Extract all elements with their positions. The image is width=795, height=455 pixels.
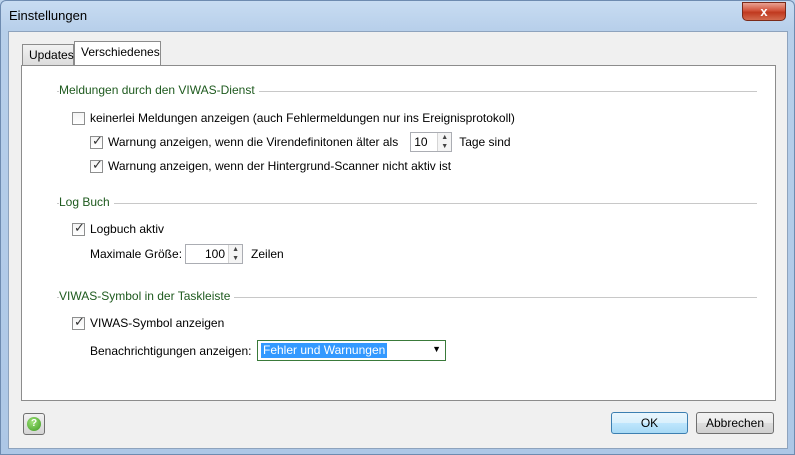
spin-up-icon[interactable]: ▲ (438, 133, 452, 142)
notifications-select[interactable]: Fehler und Warnungen ▼ (257, 340, 446, 361)
ok-button[interactable]: OK (611, 412, 688, 434)
warn-defs-row: Warnung anzeigen, wenn die Virendefinito… (90, 132, 511, 152)
group-divider (57, 203, 757, 204)
spin-down-icon[interactable]: ▼ (438, 142, 452, 151)
no-messages-checkbox[interactable] (72, 111, 85, 125)
warn-scanner-row[interactable]: Warnung anzeigen, wenn der Hintergrund-S… (90, 158, 452, 173)
no-messages-checkbox-row[interactable]: keinerlei Meldungen anzeigen (auch Fehle… (72, 111, 515, 125)
tab-label: Updates (29, 48, 74, 62)
show-icon-label: VIWAS-Symbol anzeigen (90, 316, 225, 330)
show-icon-row[interactable]: VIWAS-Symbol anzeigen (72, 315, 225, 330)
max-size-suffix: Zeilen (251, 247, 284, 261)
log-active-label: Logbuch aktiv (90, 222, 165, 236)
virus-age-value[interactable]: 10 (411, 133, 437, 151)
log-active-row[interactable]: Logbuch aktiv (72, 221, 165, 236)
tab-verschiedenes[interactable]: Verschiedenes (74, 41, 161, 65)
group-title-viwas: Meldungen durch den VIWAS-Dienst (59, 83, 259, 97)
close-icon: x (760, 4, 768, 19)
window-title: Einstellungen (9, 8, 88, 23)
close-button[interactable]: x (742, 2, 786, 21)
help-icon: ? (27, 417, 41, 431)
tab-panel-verschiedenes: Meldungen durch den VIWAS-Dienst keinerl… (21, 65, 776, 401)
max-size-row: Maximale Größe: 100 ▲ ▼ Zeilen (90, 244, 284, 264)
notifications-label: Benachrichtigungen anzeigen: (90, 344, 252, 358)
cancel-button[interactable]: Abbrechen (696, 412, 774, 434)
spin-up-icon[interactable]: ▲ (229, 245, 243, 254)
max-size-value[interactable]: 100 (186, 245, 228, 263)
settings-window: Einstellungen x Updates Verschiedenes Me… (0, 0, 795, 455)
warn-scanner-checkbox[interactable] (90, 158, 103, 173)
max-size-label: Maximale Größe: (90, 247, 183, 261)
virus-age-stepper[interactable]: 10 ▲ ▼ (410, 132, 453, 152)
warn-defs-checkbox[interactable] (90, 134, 103, 149)
title-bar[interactable]: Einstellungen x (1, 1, 794, 31)
log-active-checkbox[interactable] (72, 221, 85, 236)
warn-scanner-label: Warnung anzeigen, wenn der Hintergrund-S… (108, 159, 452, 173)
notifications-selected-value: Fehler und Warnungen (261, 343, 388, 358)
group-title-log: Log Buch (59, 195, 114, 209)
max-size-stepper[interactable]: 100 ▲ ▼ (185, 244, 244, 264)
spin-down-icon[interactable]: ▼ (229, 254, 243, 263)
help-button[interactable]: ? (23, 413, 45, 435)
dialog-client: Updates Verschiedenes Meldungen durch de… (8, 31, 788, 449)
warn-defs-suffix: Tage sind (459, 135, 511, 149)
no-messages-label: keinerlei Meldungen anzeigen (auch Fehle… (90, 111, 515, 125)
tab-label: Verschiedenes (81, 45, 160, 59)
dropdown-arrow-icon[interactable]: ▼ (432, 344, 441, 354)
tab-updates[interactable]: Updates (22, 44, 74, 65)
group-title-tray: VIWAS-Symbol in der Taskleiste (59, 289, 235, 303)
show-icon-checkbox[interactable] (72, 315, 85, 330)
warn-defs-label: Warnung anzeigen, wenn die Virendefinito… (108, 135, 399, 149)
